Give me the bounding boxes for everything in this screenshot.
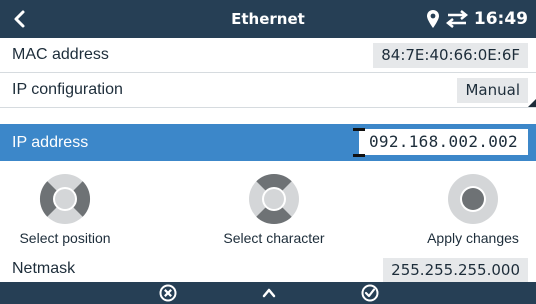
dpad-left-right-icon <box>39 174 91 224</box>
location-pin-icon <box>426 9 440 29</box>
up-chevron-icon[interactable] <box>259 284 279 302</box>
clock: 16:49 <box>473 9 528 29</box>
bottom-bar <box>0 282 536 304</box>
corner-arrow-icon <box>528 99 536 107</box>
ip-configuration-value[interactable]: Manual <box>457 78 528 103</box>
transfer-arrows-icon <box>445 10 468 28</box>
key-help-panel: Select position Select character Apply c… <box>0 164 536 256</box>
mac-address-label: MAC address <box>12 46 109 63</box>
dpad-up-down-icon <box>249 173 299 225</box>
netmask-value: 255.255.255.000 <box>383 258 528 282</box>
help-label-position: Select position <box>19 230 111 246</box>
help-label-character: Select character <box>223 230 325 246</box>
mac-address-value: 84:7E:40:66:0E:6F <box>373 43 528 68</box>
ip-address-input[interactable]: 092.168.002.002 <box>359 129 528 155</box>
dpad-center-icon <box>448 174 498 224</box>
help-apply-changes: Apply changes <box>410 164 536 256</box>
edit-cursor-bottom <box>353 154 365 157</box>
top-bar: Ethernet 16:49 <box>0 0 536 38</box>
confirm-check-icon[interactable] <box>360 284 380 302</box>
ip-configuration-label: IP configuration <box>12 81 123 98</box>
edit-cursor-top <box>353 128 365 131</box>
cancel-icon[interactable] <box>158 284 178 302</box>
ip-address-label: IP address <box>12 134 89 151</box>
ip-address-row[interactable]: IP address 092.168.002.002 <box>0 124 536 161</box>
help-select-position: Select position <box>0 164 130 256</box>
netmask-label: Netmask <box>12 260 76 277</box>
mac-address-row[interactable]: MAC address 84:7E:40:66:0E:6F <box>0 38 536 73</box>
status-area: 16:49 <box>426 0 528 38</box>
netmask-row[interactable]: Netmask 255.255.255.000 <box>0 256 536 282</box>
ip-configuration-row[interactable]: IP configuration Manual <box>0 73 536 108</box>
help-label-apply: Apply changes <box>427 230 519 246</box>
help-select-character: Select character <box>206 164 342 256</box>
